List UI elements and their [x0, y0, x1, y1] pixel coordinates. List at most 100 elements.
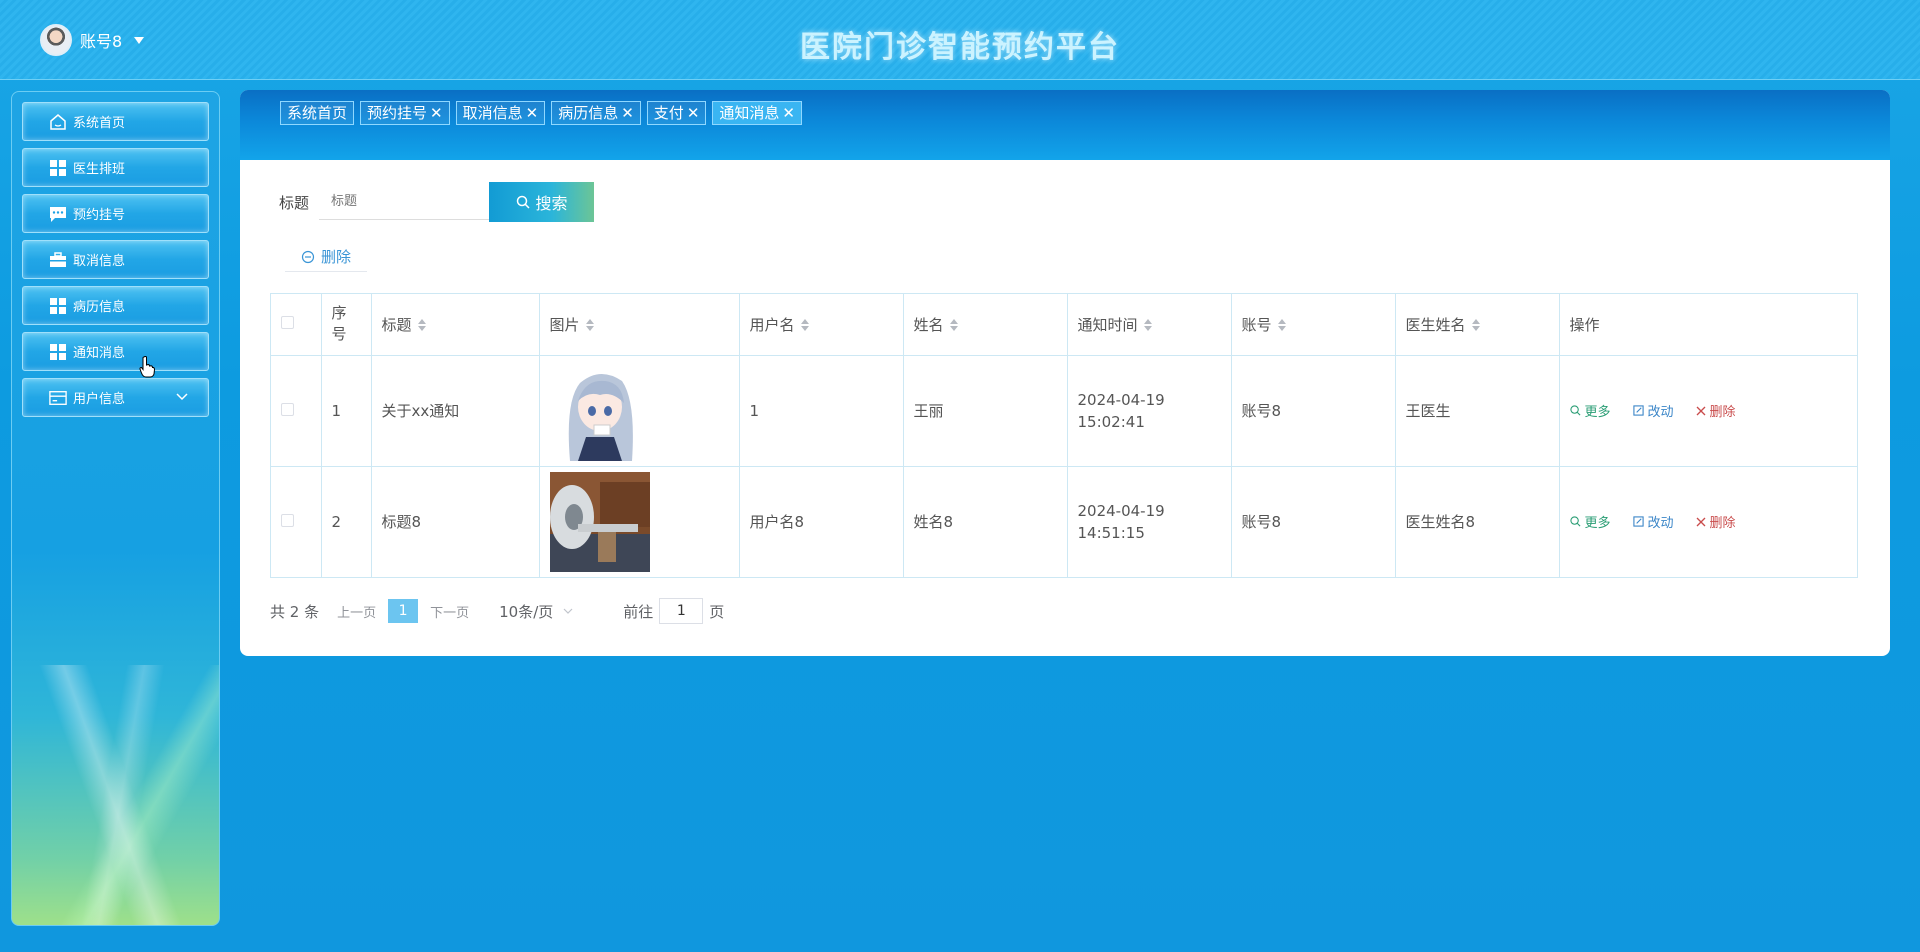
sidebar: 系统首页 医生排班 预约挂号 取消信息 病历信息 通知消息 用户信息 [11, 91, 220, 926]
edit-button[interactable]: 改动 [1632, 512, 1674, 532]
select-all-cell [271, 294, 322, 356]
cell-time: 2024-04-19 14:51:15 [1067, 466, 1232, 577]
column-header-time[interactable]: 通知时间 [1067, 294, 1232, 356]
select-all-checkbox[interactable] [281, 316, 294, 330]
goto-page-input[interactable] [659, 598, 704, 624]
batch-delete-label: 删除 [320, 248, 351, 266]
tab-notification[interactable]: 通知消息 ✕ [712, 101, 802, 125]
sort-icon[interactable] [800, 319, 809, 332]
anime-girl-image[interactable] [549, 360, 650, 461]
sidebar-item-user-info[interactable]: 用户信息 [22, 378, 209, 417]
delete-button[interactable]: 删除 [1696, 512, 1736, 531]
sidebar-item-label: 预约挂号 [73, 208, 126, 223]
main-panel: 系统首页 预约挂号✕ 取消信息✕ 病历信息✕ 支付✕ 通知消息✕ 标题 搜索 [240, 90, 1890, 656]
data-table: 序号 标题 图片 用户名 姓名 通知时间 账号 医生姓名 操作 1 关于xx通知 [270, 293, 1858, 578]
sidebar-item-cancel-info[interactable]: 取消信息 [22, 240, 209, 279]
cell-image [539, 355, 740, 467]
sort-icon[interactable] [585, 319, 594, 332]
tab-label: 支付 [653, 104, 684, 122]
sidebar-item-doctor-schedule[interactable]: 医生排班 [22, 148, 209, 187]
delete-button[interactable]: 删除 [1696, 401, 1736, 420]
close-icon[interactable]: ✕ [526, 102, 539, 124]
more-button[interactable]: 更多 [1569, 512, 1611, 532]
close-icon[interactable]: ✕ [782, 102, 795, 124]
sort-icon[interactable] [949, 319, 958, 332]
more-button[interactable]: 更多 [1569, 401, 1611, 420]
tab-label: 取消信息 [462, 104, 523, 122]
sidebar-item-home[interactable]: 系统首页 [22, 102, 209, 141]
search-button-label: 搜索 [535, 196, 568, 213]
column-label: 账号 [1241, 315, 1272, 334]
column-header-doctor[interactable]: 医生姓名 [1395, 294, 1560, 356]
edit-icon [1632, 516, 1644, 527]
edit-button[interactable]: 改动 [1632, 401, 1674, 420]
sidebar-menu: 系统首页 医生排班 预约挂号 取消信息 病历信息 通知消息 用户信息 [22, 102, 209, 424]
column-label: 通知时间 [1077, 315, 1138, 334]
sidebar-item-label: 医生排班 [73, 162, 126, 177]
edit-icon [1632, 405, 1644, 416]
row-checkbox[interactable] [281, 513, 294, 527]
grid-icon [49, 159, 67, 177]
prev-page-button[interactable]: 上一页 [337, 602, 376, 621]
column-label: 图片 [549, 315, 580, 334]
sort-icon[interactable] [1143, 319, 1152, 332]
cell-actions: 更多 改动 删除 [1559, 355, 1857, 467]
sidebar-item-medical-record[interactable]: 病历信息 [22, 286, 209, 325]
search-icon [1569, 405, 1580, 416]
sidebar-item-label: 用户信息 [73, 392, 126, 407]
edit-label: 改动 [1647, 516, 1674, 532]
close-icon[interactable]: ✕ [430, 102, 443, 124]
cell-name: 姓名8 [903, 466, 1068, 577]
grid-icon [49, 297, 67, 315]
tab-label: 通知消息 [719, 104, 780, 122]
close-icon[interactable]: ✕ [687, 102, 700, 124]
more-label: 更多 [1584, 516, 1611, 532]
tab-payment[interactable]: 支付 ✕ [646, 101, 707, 125]
cell-name: 王丽 [903, 355, 1068, 467]
cell-index: 1 [321, 355, 372, 467]
pagination-total: 共 2 条 [270, 602, 320, 621]
mri-room-image[interactable] [549, 471, 650, 572]
sort-icon[interactable] [1471, 319, 1480, 332]
sort-icon[interactable] [1277, 319, 1286, 332]
search-button[interactable]: 搜索 [489, 182, 595, 222]
sidebar-decoration [12, 665, 219, 925]
close-icon [1696, 517, 1705, 527]
tab-label: 预约挂号 [367, 104, 428, 122]
column-header-username[interactable]: 用户名 [739, 294, 904, 356]
more-label: 更多 [1584, 405, 1611, 420]
column-header-image[interactable]: 图片 [539, 294, 740, 356]
goto-page: 前往 页 [623, 598, 724, 624]
column-header-title[interactable]: 标题 [371, 294, 540, 356]
tab-home[interactable]: 系统首页 [280, 101, 355, 125]
tabs-bar: 系统首页 预约挂号 ✕ 取消信息 ✕ 病历信息 ✕ 支付 ✕ 通知消息 ✕ [240, 90, 1890, 160]
page-number[interactable]: 1 [388, 599, 419, 623]
sidebar-item-notification[interactable]: 通知消息 [22, 332, 209, 371]
table-header-row: 序号 标题 图片 用户名 姓名 通知时间 账号 医生姓名 操作 [271, 294, 1857, 356]
sidebar-item-appointment[interactable]: 预约挂号 [22, 194, 209, 233]
pagination: 共 2 条 上一页 1 下一页 10条/页 前往 页 [270, 598, 724, 624]
cell-time-text: 2024-04-19 15:02:41 [1077, 390, 1165, 431]
column-header-account[interactable]: 账号 [1231, 294, 1396, 356]
close-icon[interactable]: ✕ [621, 102, 634, 124]
sidebar-item-label: 通知消息 [73, 346, 126, 361]
tab-appointment[interactable]: 预约挂号 ✕ [360, 101, 450, 125]
cell-account: 账号8 [1231, 466, 1396, 577]
row-checkbox[interactable] [281, 402, 294, 416]
cell-account: 账号8 [1231, 355, 1396, 467]
tab-label: 病历信息 [558, 104, 619, 122]
column-label: 用户名 [749, 315, 795, 334]
cell-username: 1 [739, 355, 904, 467]
search-input[interactable] [319, 184, 490, 220]
column-label: 医生姓名 [1405, 315, 1466, 334]
sort-icon[interactable] [417, 319, 426, 332]
page-size-select[interactable]: 10条/页 [499, 601, 573, 622]
tab-cancel-info[interactable]: 取消信息 ✕ [455, 101, 546, 125]
hand-cursor-icon [139, 356, 155, 378]
tab-medical-record[interactable]: 病历信息 ✕ [551, 101, 641, 125]
column-header-name[interactable]: 姓名 [903, 294, 1068, 356]
app-title: 医院门诊智能预约平台 [800, 30, 1120, 65]
next-page-button[interactable]: 下一页 [430, 602, 469, 621]
batch-delete-button[interactable]: 删除 [285, 242, 367, 272]
sidebar-item-label: 系统首页 [73, 116, 126, 131]
